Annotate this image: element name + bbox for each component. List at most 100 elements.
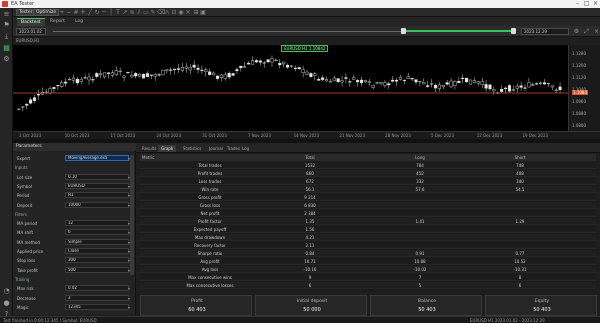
shape-tool-icon[interactable]: ▭ — [143, 9, 149, 16]
column-header[interactable]: Total — [290, 154, 330, 161]
table-row[interactable]: Avg profit 10.71 10.88 10.52 — [140, 258, 596, 265]
strategy-tester-icon[interactable]: ▦ — [3, 45, 10, 52]
price-chart[interactable] — [13, 45, 568, 131]
candle-body — [208, 71, 212, 75]
arrow-tool-icon[interactable]: ↗ — [122, 9, 128, 16]
download-icon[interactable]: ⤓ — [3, 33, 10, 40]
table-row[interactable]: Gross loss 6 830 — [140, 202, 596, 209]
parameter-value-field[interactable]: 300 — [65, 257, 129, 264]
table-row[interactable]: Profit factor 1.35 1.41 1.29 — [140, 218, 596, 225]
results-tab[interactable]: Graph — [158, 145, 177, 152]
lock-icon[interactable]: ⊡ — [171, 9, 177, 16]
parameter-value-field[interactable]: EURUSD — [65, 182, 129, 189]
close-icon[interactable]: × — [591, 0, 600, 8]
zoom-out-icon[interactable]: − — [66, 9, 72, 16]
table-row[interactable]: Expected payoff 1.56 — [140, 226, 596, 233]
dropdown-arrow-icon[interactable]: ▾ — [128, 286, 130, 291]
table-row[interactable]: Avg loss -10.16 -10.02 -10.31 — [140, 266, 596, 273]
bell-icon[interactable]: ◔ — [3, 288, 10, 295]
hline-tool-icon[interactable]: ─ — [101, 9, 107, 16]
parameter-value-field[interactable]: 0.10 — [65, 173, 129, 180]
table-row[interactable]: Net profit 2 384 — [140, 210, 596, 217]
screenshot-icon[interactable]: ▣ — [200, 9, 206, 16]
text-tool-icon[interactable]: T — [115, 9, 121, 16]
table-row[interactable]: Gross profit 9 214 — [140, 194, 596, 201]
results-tab[interactable]: Log — [239, 145, 252, 152]
parameter-value-field[interactable]: 10000 — [65, 201, 129, 208]
table-row[interactable]: Win rate 56.1 57.6 54.5 — [140, 186, 596, 193]
fib-tool-icon[interactable]: ≋ — [129, 9, 135, 16]
table-row[interactable]: Max drawdown 4.21 — [140, 234, 596, 241]
expand-icon[interactable]: ⤢ — [583, 28, 590, 35]
candle-body — [254, 60, 258, 63]
column-header[interactable]: Long — [400, 154, 440, 161]
candle-body — [114, 70, 118, 75]
settings-icon[interactable]: ⚙ — [573, 28, 580, 35]
eraser-icon[interactable]: ⌫ — [157, 9, 165, 16]
candlestick-plot[interactable] — [13, 45, 568, 131]
menu-icon[interactable]: ≡ — [3, 11, 10, 18]
tab-report[interactable]: Report — [46, 18, 69, 26]
table-row[interactable]: Profit trades 860 452 408 — [140, 170, 596, 177]
refresh-icon[interactable]: ↻ — [94, 9, 100, 16]
table-row[interactable]: Max consecutive losses 6 5 6 — [140, 282, 596, 289]
table-row[interactable]: Sharpe ratio 0.84 0.91 0.77 — [140, 250, 596, 257]
parameter-value-field[interactable]: 3 — [65, 294, 129, 301]
optimize-button[interactable]: Optimize — [33, 9, 60, 16]
parameter-value-field[interactable]: 0.02 — [65, 285, 129, 292]
parameter-value-field[interactable]: 12 — [65, 220, 129, 227]
parameter-value-field[interactable]: 12345 — [65, 303, 129, 310]
parameter-value-field[interactable]: Simple — [65, 238, 129, 245]
dropdown-arrow-icon[interactable]: ▾ — [128, 296, 130, 301]
start-date-field[interactable]: 2023.01.02 — [16, 28, 46, 35]
chart-type-icon[interactable]: ⊞ — [193, 9, 199, 16]
candle-body — [68, 79, 72, 81]
dropdown-arrow-icon[interactable]: ▾ — [128, 305, 130, 310]
user-icon[interactable]: ● — [3, 300, 10, 307]
parameter-label: Decrease — [17, 295, 36, 301]
pencil-icon[interactable]: ✎ — [150, 9, 156, 16]
maximize-icon[interactable]: □ — [582, 0, 591, 8]
table-row[interactable]: Max consecutive wins 9 7 8 — [140, 274, 596, 281]
parameter-value-field[interactable]: 6 — [65, 229, 129, 236]
eye-icon[interactable]: ◉ — [178, 9, 184, 16]
flag-icon[interactable]: ⚑ — [3, 22, 10, 29]
period-start-handle[interactable] — [401, 28, 406, 34]
summary-value: 50 403 — [418, 307, 436, 313]
candle-body — [375, 82, 379, 84]
parameter-value-field[interactable]: MovingAverage.ex5 — [65, 155, 129, 161]
results-tab[interactable]: Statistics — [180, 145, 204, 152]
period-end-handle[interactable] — [511, 28, 516, 34]
time-axis[interactable]: 3 Oct 2023 10 Oct 2023 17 Oct 2023 24 Oct 2… — [13, 131, 600, 139]
zoom-in-icon[interactable]: + — [59, 9, 65, 16]
parameter-row: Stop loss 300 ▾ — [13, 257, 136, 264]
grid-icon[interactable]: # — [73, 9, 79, 16]
tab-backtest[interactable]: Backtest — [17, 18, 45, 26]
results-tab[interactable]: Journal — [206, 145, 226, 152]
parameter-value-field[interactable]: 500 — [65, 266, 129, 273]
column-header[interactable]: Metric — [142, 154, 154, 161]
column-header[interactable]: Short — [500, 154, 540, 161]
magnet-icon[interactable]: ∩ — [164, 9, 170, 16]
parameter-value-field[interactable]: H1 — [65, 192, 129, 199]
results-tab[interactable]: Results — [139, 145, 159, 152]
vline-tool-icon[interactable]: │ — [108, 9, 114, 16]
table-row[interactable]: Loss trades 672 332 340 — [140, 178, 596, 185]
time-tick-label: 12 Dec 2023 — [476, 133, 503, 138]
end-date-field[interactable]: 2023.12.29 — [521, 28, 569, 35]
parameters-scrollbar[interactable] — [130, 155, 134, 275]
parameter-value-field[interactable]: Close — [65, 248, 129, 254]
table-row[interactable]: Recovery factor 2.11 — [140, 242, 596, 249]
settings-gear-icon[interactable]: ⚙ — [3, 56, 10, 63]
crosshair-icon[interactable]: ✛ — [80, 9, 86, 16]
tab-log[interactable]: Log — [71, 18, 87, 26]
channel-tool-icon[interactable]: ⫽ — [136, 9, 142, 16]
selected-period-range[interactable] — [403, 30, 513, 32]
close-panel-icon[interactable]: × — [593, 28, 600, 35]
line-tool-icon[interactable]: ╱ — [87, 9, 93, 16]
price-axis[interactable]: 1.12801.12001.11201.10401.09601.08801.08… — [568, 45, 600, 131]
table-row[interactable]: Total trades 1532 784 748 — [140, 162, 596, 169]
minimize-icon[interactable]: – — [573, 0, 582, 8]
candle-body — [441, 84, 445, 88]
trash-icon[interactable]: ✕ — [185, 9, 191, 16]
